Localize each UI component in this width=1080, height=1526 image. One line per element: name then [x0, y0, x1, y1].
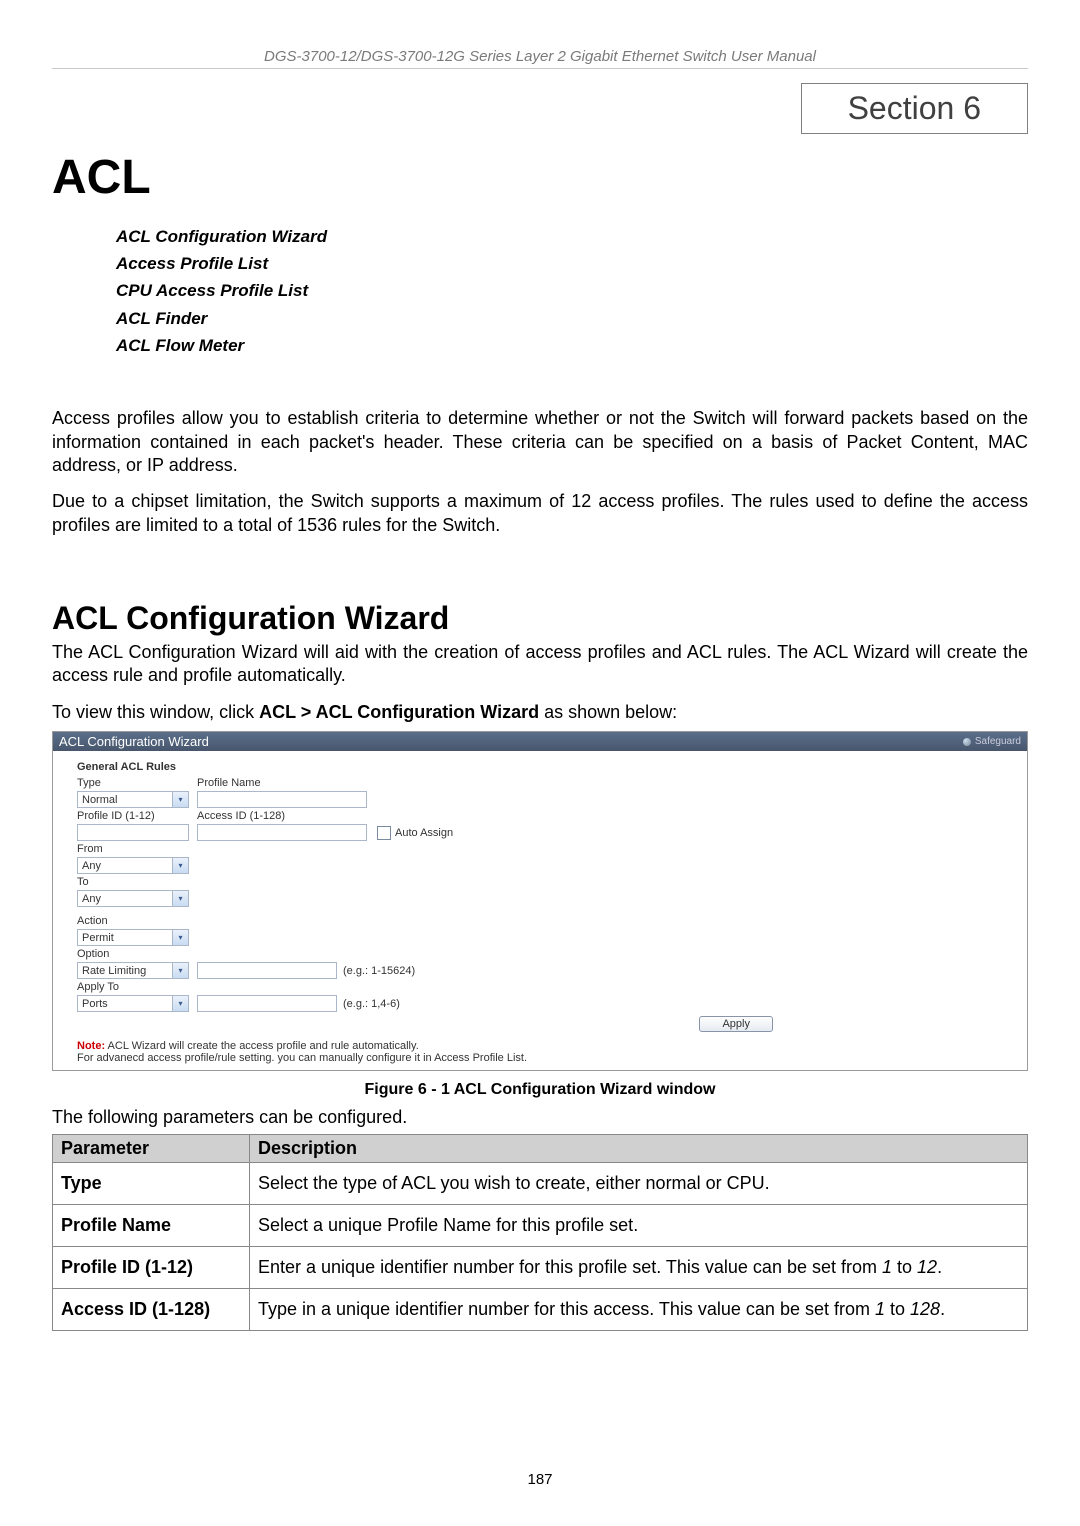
safeguard-badge: Safeguard — [963, 736, 1021, 747]
profile-name-label: Profile Name — [197, 777, 317, 789]
toc-item: ACL Finder — [116, 305, 1028, 332]
to-label: To — [77, 876, 197, 888]
apply-button[interactable]: Apply — [699, 1016, 773, 1032]
page-number: 187 — [0, 1471, 1080, 1488]
wizard-titlebar: ACL Configuration Wizard Safeguard — [53, 732, 1027, 751]
table-header-row: Parameter Description — [53, 1135, 1028, 1163]
chevron-down-icon: ▾ — [172, 891, 188, 906]
action-select[interactable]: Permit ▾ — [77, 929, 189, 946]
param-name: Profile Name — [53, 1205, 250, 1247]
th-parameter: Parameter — [53, 1135, 250, 1163]
doc-header: DGS-3700-12/DGS-3700-12G Series Layer 2 … — [52, 48, 1028, 69]
wizard-screenshot: ACL Configuration Wizard Safeguard Gener… — [52, 731, 1028, 1071]
table-row: Profile ID (1-12) Enter a unique identif… — [53, 1247, 1028, 1289]
option-select[interactable]: Rate Limiting ▾ — [77, 962, 189, 979]
intro-paragraph-2: Due to a chipset limitation, the Switch … — [52, 490, 1028, 538]
option-hint: (e.g.: 1-15624) — [343, 965, 415, 977]
th-description: Description — [250, 1135, 1028, 1163]
chevron-down-icon: ▾ — [172, 858, 188, 873]
type-select-value: Normal — [82, 794, 117, 806]
apply-to-hint: (e.g.: 1,4-6) — [343, 998, 400, 1010]
chevron-down-icon: ▾ — [172, 792, 188, 807]
param-desc: Type in a unique identifier number for t… — [250, 1289, 1028, 1331]
access-id-input[interactable] — [197, 824, 367, 841]
note-label: Note: — [77, 1040, 105, 1052]
nav-post: as shown below: — [539, 702, 677, 722]
auto-assign-label: Auto Assign — [395, 827, 453, 839]
option-select-value: Rate Limiting — [82, 965, 146, 977]
safeguard-label: Safeguard — [975, 736, 1021, 747]
param-desc: Select a unique Profile Name for this pr… — [250, 1205, 1028, 1247]
auto-assign-checkbox[interactable] — [377, 826, 391, 840]
page-title: ACL — [52, 150, 1028, 205]
note-line-2: For advanecd access profile/rule setting… — [77, 1052, 527, 1064]
intro-paragraph-1: Access profiles allow you to establish c… — [52, 407, 1028, 478]
safeguard-icon — [963, 738, 971, 746]
option-label: Option — [77, 948, 197, 960]
chevron-down-icon: ▾ — [172, 996, 188, 1011]
chevron-down-icon: ▾ — [172, 930, 188, 945]
profile-name-input[interactable] — [197, 791, 367, 808]
section-paragraph: The ACL Configuration Wizard will aid wi… — [52, 641, 1028, 689]
param-desc: Enter a unique identifier number for thi… — [250, 1247, 1028, 1289]
toc-item: Access Profile List — [116, 250, 1028, 277]
option-value-input[interactable] — [197, 962, 337, 979]
profile-id-input[interactable] — [77, 824, 189, 841]
param-name: Profile ID (1-12) — [53, 1247, 250, 1289]
table-row: Access ID (1-128) Type in a unique ident… — [53, 1289, 1028, 1331]
type-label: Type — [77, 777, 197, 789]
group-heading: General ACL Rules — [77, 761, 1003, 773]
nav-path: ACL > ACL Configuration Wizard — [259, 702, 539, 722]
table-intro: The following parameters can be configur… — [52, 1107, 1028, 1128]
access-id-label: Access ID (1-128) — [197, 810, 285, 822]
apply-to-select[interactable]: Ports ▾ — [77, 995, 189, 1012]
table-row: Profile Name Select a unique Profile Nam… — [53, 1205, 1028, 1247]
apply-to-label: Apply To — [77, 981, 197, 993]
to-select[interactable]: Any ▾ — [77, 890, 189, 907]
apply-to-select-value: Ports — [82, 998, 108, 1010]
param-name: Type — [53, 1163, 250, 1205]
toc-list: ACL Configuration Wizard Access Profile … — [116, 223, 1028, 359]
toc-item: ACL Flow Meter — [116, 332, 1028, 359]
figure-caption: Figure 6 - 1 ACL Configuration Wizard wi… — [52, 1081, 1028, 1099]
param-desc: Select the type of ACL you wish to creat… — [250, 1163, 1028, 1205]
parameter-table: Parameter Description Type Select the ty… — [52, 1134, 1028, 1331]
toc-item: ACL Configuration Wizard — [116, 223, 1028, 250]
action-select-value: Permit — [82, 932, 114, 944]
chevron-down-icon: ▾ — [172, 963, 188, 978]
apply-to-value-input[interactable] — [197, 995, 337, 1012]
note-line-1: ACL Wizard will create the access profil… — [105, 1040, 419, 1052]
action-label: Action — [77, 915, 197, 927]
param-name: Access ID (1-128) — [53, 1289, 250, 1331]
from-select-value: Any — [82, 860, 101, 872]
navigation-instruction: To view this window, click ACL > ACL Con… — [52, 702, 1028, 723]
nav-pre: To view this window, click — [52, 702, 259, 722]
section-heading: ACL Configuration Wizard — [52, 600, 1028, 637]
table-row: Type Select the type of ACL you wish to … — [53, 1163, 1028, 1205]
toc-item: CPU Access Profile List — [116, 277, 1028, 304]
wizard-title-text: ACL Configuration Wizard — [59, 734, 209, 749]
wizard-note: Note: ACL Wizard will create the access … — [77, 1040, 1003, 1064]
type-select[interactable]: Normal ▾ — [77, 791, 189, 808]
from-label: From — [77, 843, 197, 855]
profile-id-label: Profile ID (1-12) — [77, 810, 197, 822]
to-select-value: Any — [82, 893, 101, 905]
from-select[interactable]: Any ▾ — [77, 857, 189, 874]
section-chip: Section 6 — [801, 83, 1028, 134]
